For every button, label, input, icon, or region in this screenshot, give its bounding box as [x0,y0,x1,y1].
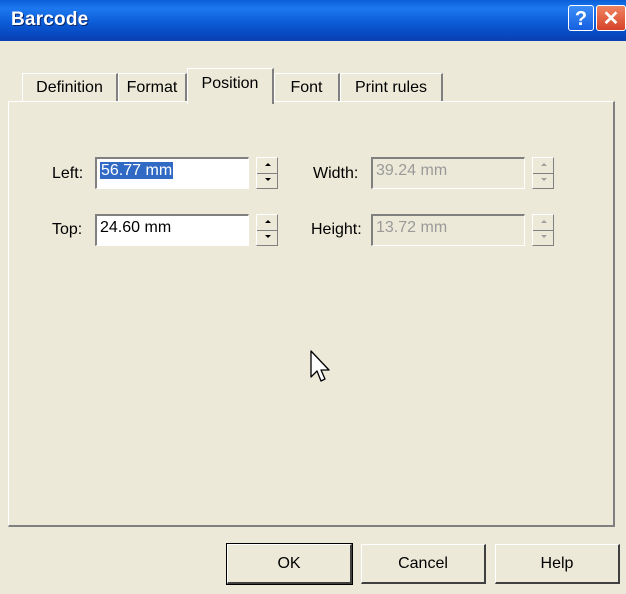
height-label: Height: [311,221,362,238]
left-input[interactable]: 56.77 mm [95,157,249,189]
tab-print-rules[interactable]: Print rules [340,73,443,101]
left-value: 56.77 mm [100,162,174,179]
arrow-up-icon [265,220,271,223]
width-spinner [532,157,554,189]
width-label: Width: [313,165,359,182]
top-spin-up[interactable] [257,215,277,231]
arrow-up-icon [541,220,547,223]
height-spinner [532,214,554,246]
top-spin-down[interactable] [257,230,277,245]
window-title: Barcode [11,9,89,30]
width-spin-down [533,173,553,188]
left-spin-down[interactable] [257,173,277,188]
title-bar[interactable]: Barcode ? ✕ [0,0,626,41]
left-spin-up[interactable] [257,158,277,174]
ok-button[interactable]: OK [226,543,353,585]
mouse-pointer-icon [310,350,330,382]
top-label: Top: [52,221,83,238]
tab-font[interactable]: Font [274,73,340,101]
arrow-up-icon [541,163,547,166]
tab-format[interactable]: Format [118,73,187,101]
width-spin-up [533,158,553,174]
help-titlebar-button[interactable]: ? [568,5,594,31]
width-input: 39.24 mm [371,157,525,189]
top-spinner[interactable] [256,214,278,246]
close-titlebar-button[interactable]: ✕ [596,5,626,31]
top-input[interactable]: 24.60 mm [95,214,249,246]
help-button[interactable]: Help [495,544,620,584]
height-spin-down [533,230,553,245]
tab-definition[interactable]: Definition [22,73,118,101]
arrow-up-icon [265,163,271,166]
left-spinner[interactable] [256,157,278,189]
tab-position[interactable]: Position [187,68,274,104]
arrow-down-icon [265,235,271,238]
arrow-down-icon [265,178,271,181]
arrow-down-icon [541,178,547,181]
height-input: 13.72 mm [371,214,525,246]
cancel-button[interactable]: Cancel [361,544,486,584]
arrow-down-icon [541,235,547,238]
height-spin-up [533,215,553,231]
left-label: Left: [52,165,84,182]
